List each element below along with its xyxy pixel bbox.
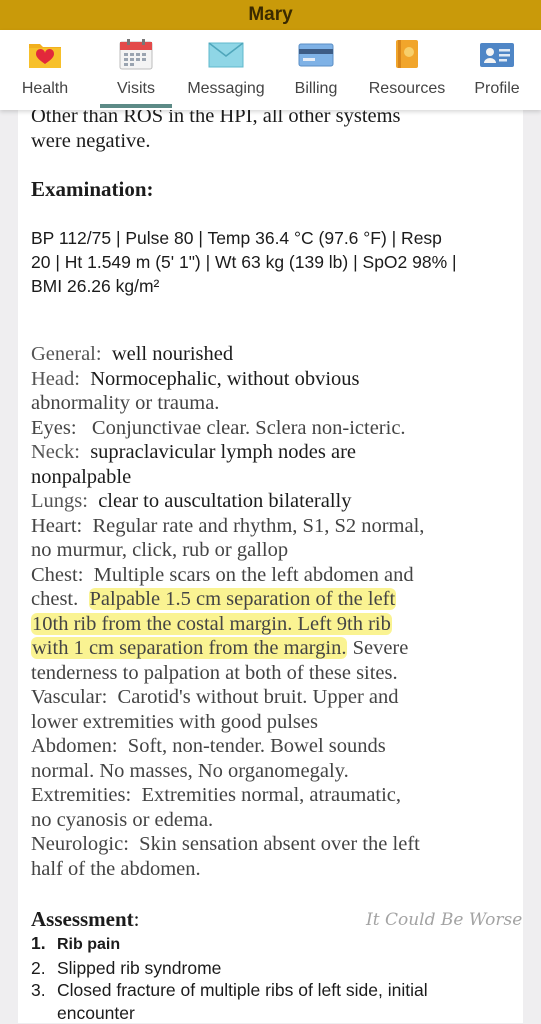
tab-health[interactable]: Health <box>10 30 80 110</box>
finding-text: Extremities normal, atraumatic, <box>141 784 401 806</box>
tab-profile[interactable]: Profile <box>466 30 528 110</box>
finding-text: no cyanosis or edema. <box>31 808 511 833</box>
tab-visits[interactable]: Visits <box>100 30 172 110</box>
tab-label: Health <box>10 80 80 98</box>
finding-text: Carotid's without bruit. Upper and <box>118 686 399 708</box>
finding-text: Normocephalic, without obvious <box>90 368 359 390</box>
list-number: 1. <box>31 932 46 955</box>
tab-label: Billing <box>283 80 349 98</box>
abdomen-finding: Abdomen: Soft, non-tender. Bowel sounds <box>31 734 511 759</box>
finding-text: Regular rate and rhythm, S1, S2 normal, <box>92 515 424 537</box>
book-icon <box>389 38 425 70</box>
list-text: Rib pain <box>57 936 120 953</box>
vitals-line: BP 112/75 | Pulse 80 | Temp 36.4 °C (97.… <box>31 226 511 250</box>
vitals: BP 112/75 | Pulse 80 | Temp 36.4 °C (97.… <box>31 226 511 298</box>
finding-label: Vascular: <box>31 686 107 708</box>
finding-text: abnormality or trauma. <box>31 391 511 416</box>
eyes-finding: Eyes: Conjunctivae clear. Sclera non-ict… <box>31 416 511 441</box>
finding-label: Lungs: <box>31 490 88 512</box>
finding-text: normal. No masses, No organomegaly. <box>31 759 511 784</box>
list-text: encounter <box>57 1003 135 1023</box>
chest-line: chest. Palpable 1.5 cm separation of the… <box>31 587 511 612</box>
list-item: 2. Slipped rib syndrome <box>31 957 511 980</box>
finding-label: Neurologic: <box>31 833 129 855</box>
finding-label: Abdomen: <box>31 735 118 757</box>
finding-text: nonpalpable <box>31 465 511 490</box>
exam-findings: General: well nourished Head: Normocepha… <box>31 342 511 881</box>
finding-text: Severe <box>353 637 409 659</box>
calendar-icon <box>118 38 154 70</box>
finding-text: half of the abdomen. <box>31 857 511 882</box>
nav-tab-bar: Health Visits Messaging Billi <box>0 30 541 110</box>
tab-resources[interactable]: Resources <box>365 30 449 110</box>
finding-label: General: <box>31 343 102 365</box>
lungs-finding: Lungs: clear to auscultation bilaterally <box>31 489 511 514</box>
general-finding: General: well nourished <box>31 342 511 367</box>
vitals-line: 20 | Ht 1.549 m (5' 1") | Wt 63 kg (139 … <box>31 250 511 274</box>
finding-text: clear to auscultation bilaterally <box>98 490 351 512</box>
tab-label: Profile <box>466 80 528 98</box>
app-title: Mary <box>248 4 292 26</box>
id-card-icon <box>479 38 515 70</box>
finding-label: Eyes: <box>31 417 77 439</box>
highlighted-finding: 10th rib from the costal margin. Left 9t… <box>31 613 392 635</box>
finding-text: Multiple scars on the left abdomen and <box>94 564 414 586</box>
list-text: Closed fracture of multiple ribs of left… <box>57 980 428 1000</box>
assessment-heading-text: Assessment <box>31 907 134 931</box>
list-text: Slipped rib syndrome <box>57 958 221 978</box>
heart-folder-icon <box>27 38 63 70</box>
neck-finding: Neck: supraclavicular lymph nodes are <box>31 440 511 465</box>
heart-finding: Heart: Regular rate and rhythm, S1, S2 n… <box>31 514 511 539</box>
finding-label: Heart: <box>31 515 82 537</box>
tab-label: Messaging <box>186 80 266 98</box>
finding-text: well nourished <box>112 343 233 365</box>
list-item: 3. Closed fracture of multiple ribs of le… <box>31 979 511 1002</box>
extremities-finding: Extremities: Extremities normal, atrauma… <box>31 783 511 808</box>
tab-billing[interactable]: Billing <box>283 30 349 110</box>
list-number: 2. <box>31 957 46 980</box>
watermark: It Could Be Worse <box>366 910 522 930</box>
finding-text: supraclavicular lymph nodes are <box>90 441 356 463</box>
finding-label: Neck: <box>31 441 80 463</box>
chest-line: 10th rib from the costal margin. Left 9t… <box>31 612 511 637</box>
highlighted-finding: Palpable 1.5 cm separation of the left <box>89 588 397 610</box>
list-item: encounter <box>31 1002 511 1024</box>
finding-text: lower extremities with good pulses <box>31 710 511 735</box>
head-finding: Head: Normocephalic, without obvious <box>31 367 511 392</box>
finding-text: chest. <box>31 588 78 610</box>
tab-label: Resources <box>365 80 449 98</box>
examination-heading: Examination: <box>31 177 511 202</box>
ros-line: were negative. <box>31 129 511 154</box>
envelope-icon <box>208 38 244 70</box>
vascular-finding: Vascular: Carotid's without bruit. Upper… <box>31 685 511 710</box>
finding-label: Chest: <box>31 564 83 586</box>
chest-line: with 1 cm separation from the margin. Se… <box>31 636 511 661</box>
tab-label: Visits <box>100 80 172 98</box>
vitals-line: BMI 26.26 kg/m² <box>31 274 511 298</box>
assessment-list: 1. Rib pain 2. Slipped rib syndrome 3. Clos… <box>31 932 511 1024</box>
credit-card-icon <box>298 38 334 70</box>
chest-finding: Chest: Multiple scars on the left abdome… <box>31 563 511 588</box>
highlighted-finding: with 1 cm separation from the margin. <box>31 637 347 659</box>
neurologic-finding: Neurologic: Skin sensation absent over t… <box>31 832 511 857</box>
list-number: 3. <box>31 979 46 1002</box>
finding-text: no murmur, click, rub or gallop <box>31 538 511 563</box>
tab-messaging[interactable]: Messaging <box>186 30 266 110</box>
ros-summary: Other than ROS in the HPI, all other sys… <box>31 104 511 153</box>
finding-text: tenderness to palpation at both of these… <box>31 661 511 686</box>
finding-text: Conjunctivae clear. Sclera non-icteric. <box>92 417 406 439</box>
active-tab-indicator <box>100 104 172 108</box>
assessment-heading-colon: : <box>134 907 140 931</box>
finding-text: Soft, non-tender. Bowel sounds <box>128 735 386 757</box>
list-item: 1. Rib pain <box>31 932 511 957</box>
finding-label: Head: <box>31 368 80 390</box>
app-title-bar: Mary <box>0 0 541 30</box>
finding-label: Extremities: <box>31 784 131 806</box>
finding-text: Skin sensation absent over the left <box>139 833 420 855</box>
